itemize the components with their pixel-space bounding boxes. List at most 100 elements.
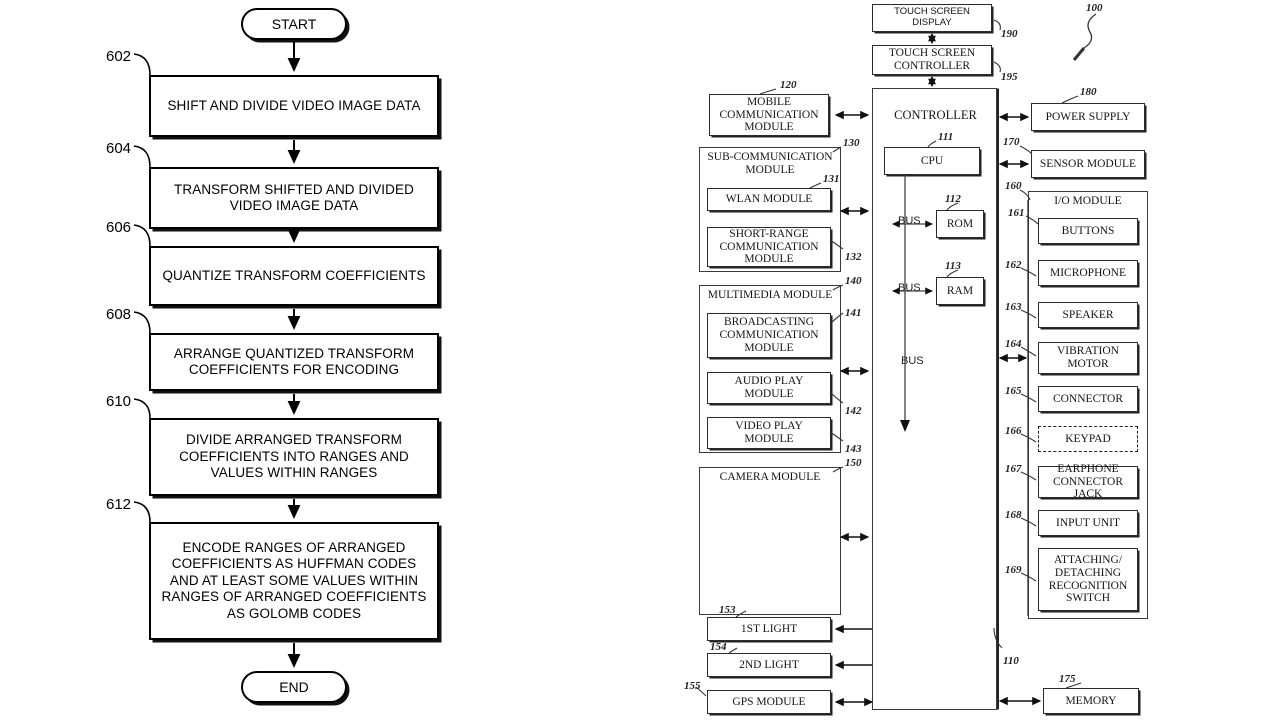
vibration-motor-label: VIBRATION MOTOR [1057, 345, 1119, 370]
cpu-block: CPU [884, 147, 980, 175]
touch-screen-controller-label: TOUCH SCREEN CONTROLLER [888, 47, 976, 72]
camera-module-group: CAMERA MODULE [699, 467, 841, 615]
ref-143: 143 [845, 443, 862, 455]
speaker-label: SPEAKER [1062, 308, 1114, 321]
wlan-module-block: WLAN MODULE [707, 188, 831, 211]
first-light-block: 1ST LIGHT [707, 617, 831, 641]
ref-168: 168 [1005, 509, 1022, 521]
ref-132: 132 [845, 251, 862, 263]
ram-label: RAM [946, 284, 974, 297]
input-unit-block: INPUT UNIT [1038, 510, 1138, 536]
ref-112: 112 [945, 193, 961, 205]
ref-169: 169 [1005, 564, 1022, 576]
flowchart-ref-602: 602 [106, 48, 132, 65]
ref-167: 167 [1005, 463, 1022, 475]
flowchart-start-terminator: START [241, 8, 347, 40]
video-play-module-block: VIDEO PLAY MODULE [707, 417, 831, 449]
flowchart-step-606: QUANTIZE TRANSFORM COEFFICIENTS [149, 246, 439, 306]
mobile-communication-module-label: MOBILE COMMUNICATION MODULE [719, 95, 819, 134]
bus-label-ram: BUS [898, 282, 921, 294]
flowchart-step-602: SHIFT AND DIVIDE VIDEO IMAGE DATA [149, 75, 439, 137]
ref-166: 166 [1005, 425, 1022, 437]
attaching-detaching-recognition-switch-label: ATTACHING/ DETACHING RECOGNITION SWITCH [1048, 553, 1128, 605]
flowchart-step-604: TRANSFORM SHIFTED AND DIVIDED VIDEO IMAG… [149, 167, 439, 229]
flowchart-step-608-label: ARRANGE QUANTIZED TRANSFORM COEFFICIENTS… [173, 345, 415, 377]
power-supply-label: POWER SUPPLY [1045, 110, 1131, 123]
touch-screen-display-label: TOUCH SCREEN DISPLAY [894, 6, 970, 28]
ref-153: 153 [719, 604, 736, 616]
connector-block: CONNECTOR [1038, 386, 1138, 412]
flowchart-leader-lines [133, 53, 151, 523]
device-ref-leader [1072, 13, 1097, 61]
attaching-detaching-recognition-switch-block: ATTACHING/ DETACHING RECOGNITION SWITCH [1038, 548, 1138, 611]
flowchart-step-612-label: ENCODE RANGES OF ARRANGED COEFFICIENTS A… [161, 539, 427, 621]
vibration-motor-block: VIBRATION MOTOR [1038, 342, 1138, 374]
flowchart-ref-606: 606 [106, 219, 132, 236]
microphone-block: MICROPHONE [1038, 260, 1138, 286]
ref-160: 160 [1005, 180, 1022, 192]
touch-screen-controller-block: TOUCH SCREEN CONTROLLER [872, 45, 992, 75]
ref-110: 110 [1003, 655, 1019, 667]
ref-130: 130 [843, 137, 860, 149]
multimedia-module-label: MULTIMEDIA MODULE [707, 289, 833, 301]
ref-161: 161 [1008, 207, 1025, 219]
mobile-communication-module-block: MOBILE COMMUNICATION MODULE [709, 94, 829, 136]
power-supply-block: POWER SUPPLY [1031, 103, 1145, 131]
ref-111: 111 [938, 131, 954, 143]
ref-164: 164 [1005, 338, 1022, 350]
flowchart-end-terminator: END [241, 671, 347, 703]
flowchart-step-602-label: SHIFT AND DIVIDE VIDEO IMAGE DATA [167, 97, 421, 113]
flowchart-ref-608: 608 [106, 306, 132, 323]
ref-170: 170 [1003, 136, 1020, 148]
earphone-connector-jack-block: EARPHONE CONNECTOR JACK [1038, 463, 1138, 500]
video-play-module-label: VIDEO PLAY MODULE [735, 420, 803, 445]
flowchart-step-610: DIVIDE ARRANGED TRANSFORM COEFFICIENTS I… [149, 418, 439, 496]
diagram-ref-100: 100 [1086, 2, 1103, 14]
flowchart-step-608: ARRANGE QUANTIZED TRANSFORM COEFFICIENTS… [149, 333, 439, 391]
buttons-label: BUTTONS [1061, 224, 1115, 237]
ref-154: 154 [710, 641, 727, 653]
ref-190: 190 [1001, 28, 1018, 40]
flowchart-step-612: ENCODE RANGES OF ARRANGED COEFFICIENTS A… [149, 522, 439, 640]
wlan-module-label: WLAN MODULE [725, 193, 813, 206]
flowchart-step-610-label: DIVIDE ARRANGED TRANSFORM COEFFICIENTS I… [179, 432, 409, 481]
ref-141: 141 [845, 307, 862, 319]
broadcasting-communication-module-label: BROADCASTING COMMUNICATION MODULE [719, 316, 819, 354]
ref-195: 195 [1001, 71, 1018, 83]
bus-label-rom: BUS [898, 215, 921, 227]
broadcasting-communication-module-block: BROADCASTING COMMUNICATION MODULE [707, 313, 831, 358]
connector-label: CONNECTOR [1052, 392, 1124, 405]
microphone-label: MICROPHONE [1049, 266, 1127, 279]
sub-communication-module-label: SUB-COMMUNICATION MODULE [707, 151, 833, 176]
bus-label-main: BUS [901, 355, 924, 367]
gps-module-block: GPS MODULE [707, 690, 831, 714]
rom-label: ROM [946, 217, 974, 230]
ref-180: 180 [1080, 86, 1097, 98]
keypad-label: KEYPAD [1065, 432, 1111, 445]
ref-175: 175 [1059, 673, 1076, 685]
camera-module-label: CAMERA MODULE [719, 471, 821, 483]
flowchart-ref-610: 610 [106, 393, 132, 410]
audio-play-module-block: AUDIO PLAY MODULE [707, 372, 831, 404]
audio-play-module-label: AUDIO PLAY MODULE [734, 375, 804, 400]
speaker-block: SPEAKER [1038, 302, 1138, 328]
io-module-label: I/O MODULE [1054, 195, 1122, 207]
sensor-module-block: SENSOR MODULE [1031, 150, 1145, 178]
flowchart-start-label: START [271, 16, 317, 32]
ref-162: 162 [1005, 259, 1022, 271]
earphone-connector-jack-label: EARPHONE CONNECTOR JACK [1052, 462, 1124, 501]
second-light-label: 2ND LIGHT [739, 658, 799, 671]
memory-block: MEMORY [1043, 688, 1139, 714]
buttons-block: BUTTONS [1038, 218, 1138, 244]
ref-150: 150 [845, 457, 862, 469]
second-light-block: 2ND LIGHT [707, 653, 831, 677]
flowchart-ref-612: 612 [106, 496, 132, 513]
ref-120: 120 [780, 79, 797, 91]
gps-module-label: GPS MODULE [732, 695, 806, 708]
ref-142: 142 [845, 405, 862, 417]
flowchart-ref-604: 604 [106, 140, 132, 157]
controller-label: CONTROLLER [894, 108, 977, 122]
touch-screen-display-block: TOUCH SCREEN DISPLAY [872, 4, 992, 32]
ref-140: 140 [845, 275, 862, 287]
controller-block [872, 88, 997, 710]
